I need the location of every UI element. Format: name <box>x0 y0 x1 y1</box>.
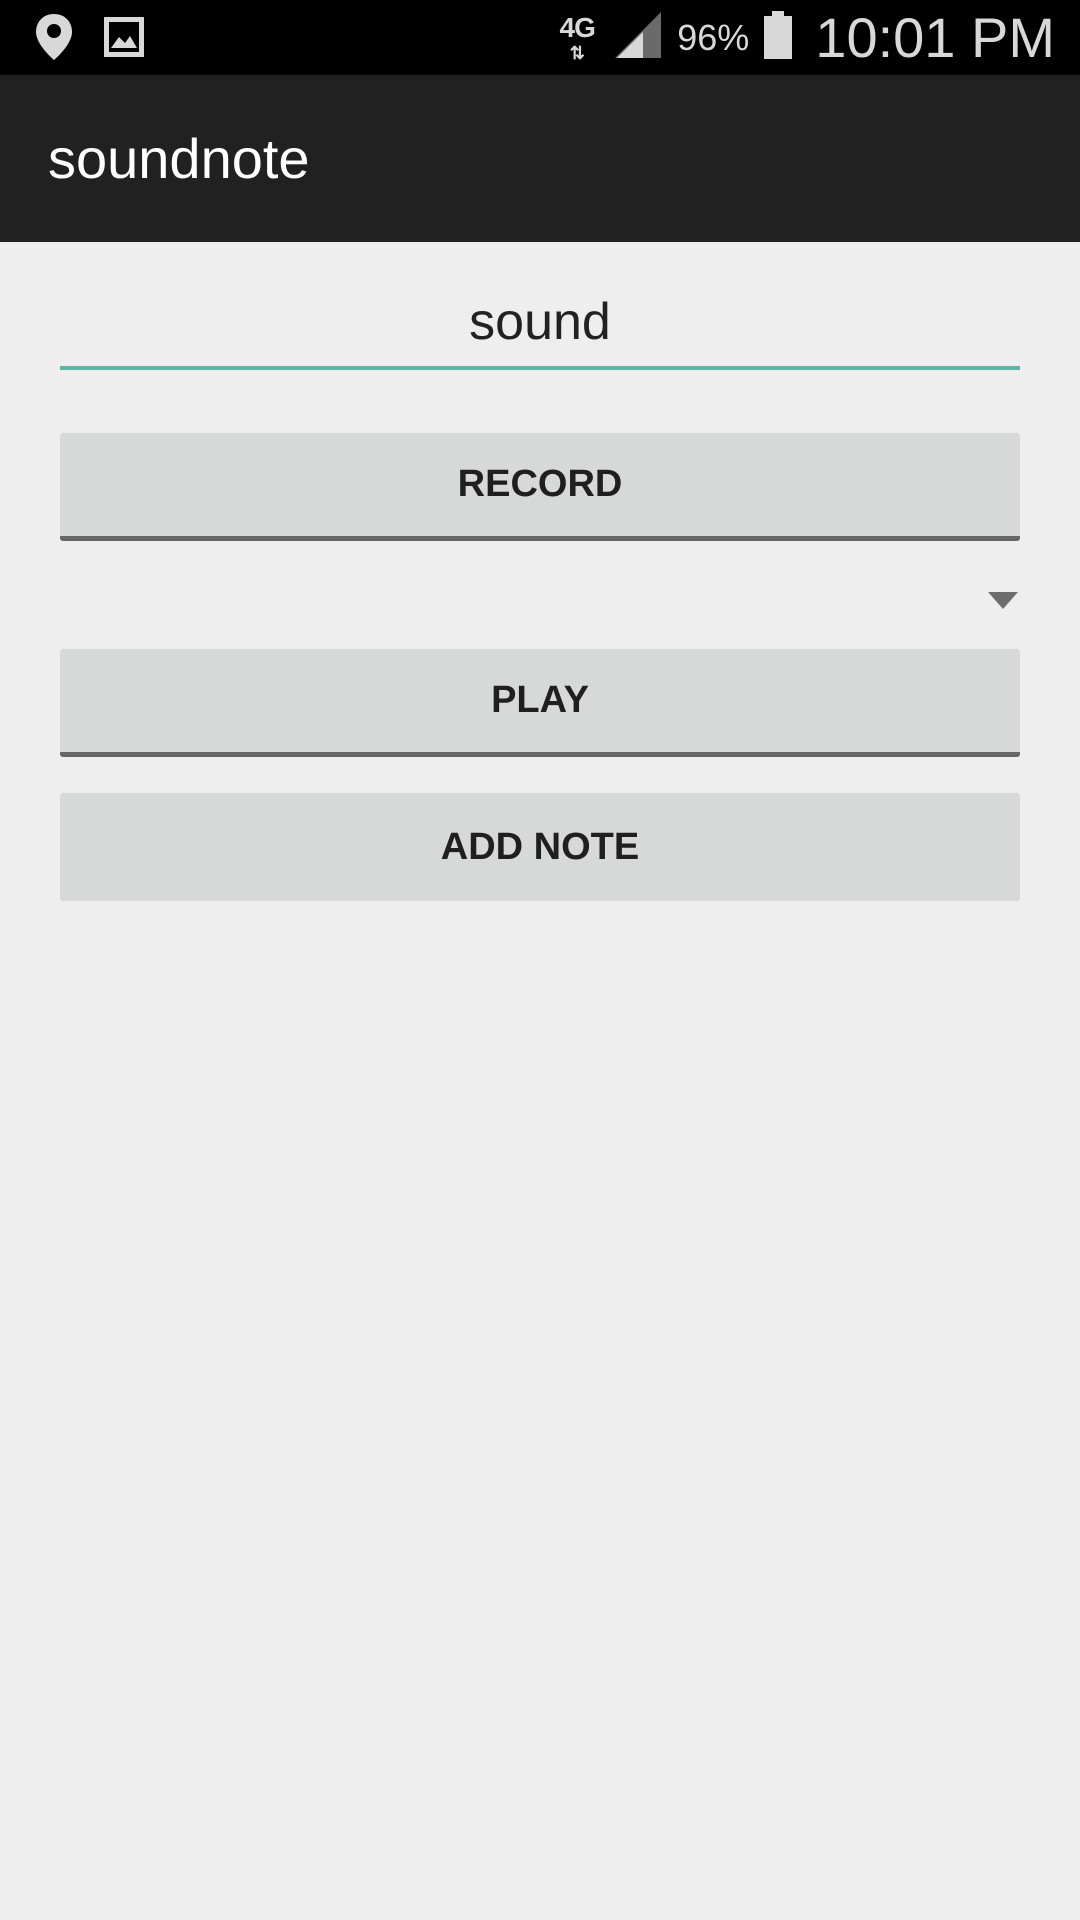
add-note-button[interactable]: ADD NOTE <box>60 793 1020 901</box>
battery-percent: 96% <box>677 16 750 58</box>
sound-name-input[interactable] <box>60 278 1020 370</box>
action-bar: soundnote <box>0 75 1080 242</box>
clock: 10:01 PM <box>815 6 1055 69</box>
play-button[interactable]: PLAY <box>60 649 1020 757</box>
location-icon <box>34 12 74 67</box>
recordings-spinner[interactable] <box>60 554 1020 644</box>
dropdown-arrow-icon <box>988 592 1018 609</box>
status-left-icons <box>34 12 146 67</box>
network-type-indicator: 4G ⇅ <box>555 11 599 63</box>
data-arrows-icon: ⇅ <box>569 42 585 63</box>
app-title: soundnote <box>48 127 310 190</box>
status-bar: 4G ⇅ 96% 10:01 PM <box>0 0 1080 75</box>
status-right-icons: 4G ⇅ 96% 10:01 PM <box>555 0 1055 75</box>
image-icon <box>102 15 146 64</box>
battery-icon <box>763 10 793 65</box>
cell-signal-icon <box>613 10 663 65</box>
network-type-label: 4G <box>559 11 596 43</box>
record-button[interactable]: RECORD <box>60 433 1020 541</box>
